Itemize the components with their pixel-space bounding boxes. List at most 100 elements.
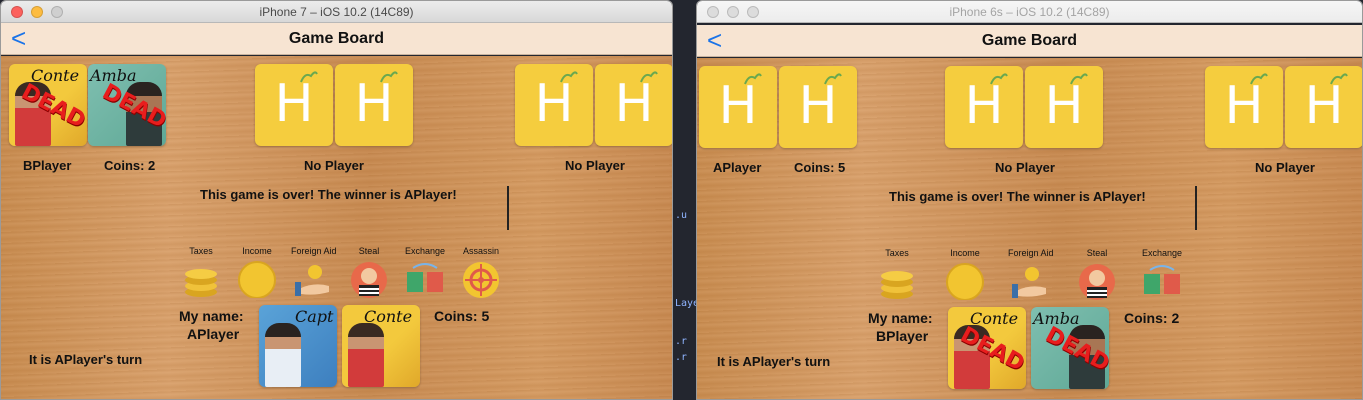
nav-bar: < Game Board: [697, 25, 1362, 57]
my-character-card[interactable]: Conte: [342, 305, 420, 387]
card-letter: H: [274, 74, 314, 134]
my-name: BPlayer: [876, 328, 929, 344]
card-letter: H: [1304, 76, 1344, 136]
card-letter: H: [534, 74, 574, 134]
card-name: Conte: [970, 309, 1019, 328]
zoom-window-button[interactable]: [51, 6, 63, 18]
back-chevron-icon[interactable]: <: [707, 25, 722, 55]
exchange-cards-icon: [407, 263, 443, 292]
nav-title: Game Board: [288, 30, 385, 47]
window-titlebar: iPhone 6s – iOS 10.2 (14C89): [697, 1, 1362, 23]
action-assassin[interactable]: Assassin: [459, 246, 503, 298]
action-exchange[interactable]: Exchange: [1140, 248, 1184, 300]
my-name: APlayer: [187, 326, 240, 342]
action-label: Exchange: [404, 246, 446, 256]
my-character-card-dead[interactable]: Conte DEAD: [948, 307, 1026, 389]
text-cursor: [1195, 186, 1197, 230]
my-coins: Coins: 2: [1124, 310, 1180, 326]
action-exchange[interactable]: Exchange: [403, 246, 447, 298]
card-name: Conte: [31, 66, 80, 85]
card-letter: H: [614, 74, 654, 134]
character-portrait: [265, 323, 301, 387]
player-slot-name: No Player: [565, 158, 625, 173]
action-foreign-aid[interactable]: Foreign Aid: [1008, 248, 1054, 300]
card-letter: H: [1224, 76, 1264, 136]
window-title: iPhone 6s – iOS 10.2 (14C89): [949, 5, 1110, 19]
action-label: Steal: [1086, 248, 1108, 258]
game-status-message: This game is over! The winner is APlayer…: [889, 189, 1146, 204]
action-label: Foreign Aid: [291, 246, 337, 256]
hidden-card[interactable]: H: [1205, 66, 1283, 148]
character-card-dead[interactable]: Conte DEAD: [9, 64, 87, 146]
card-name: Capt: [295, 307, 334, 326]
action-income[interactable]: Income: [235, 246, 279, 298]
back-chevron-icon[interactable]: <: [11, 23, 26, 53]
action-label: Taxes: [189, 246, 213, 256]
hidden-card[interactable]: H: [699, 66, 777, 148]
hidden-card[interactable]: H: [335, 64, 413, 146]
player-slot-name: No Player: [995, 160, 1055, 175]
action-taxes[interactable]: Taxes: [875, 248, 919, 300]
hidden-card[interactable]: H: [255, 64, 333, 146]
window-titlebar: iPhone 7 – iOS 10.2 (14C89): [1, 1, 672, 23]
turn-indicator: It is APlayer's turn: [717, 354, 831, 369]
opponent-name: APlayer: [713, 160, 762, 175]
card-name: Conte: [364, 307, 413, 326]
card-letter: H: [964, 76, 1004, 136]
action-steal[interactable]: Steal: [347, 246, 391, 298]
character-card-dead[interactable]: Amba DEAD: [88, 64, 166, 146]
turn-indicator: It is APlayer's turn: [29, 352, 143, 367]
opponent-coins: Coins: 2: [104, 158, 156, 173]
action-label: Exchange: [1141, 248, 1183, 258]
hand-coin-icon: [1012, 267, 1046, 298]
character-portrait: [348, 323, 384, 387]
my-coins: Coins: 5: [434, 308, 490, 324]
action-income[interactable]: Income: [943, 248, 987, 300]
hidden-card[interactable]: H: [1285, 66, 1362, 148]
game-board: H H APlayer Coins: 5 H H No Player H H N…: [697, 58, 1362, 399]
thief-icon: [1079, 264, 1115, 300]
close-window-button[interactable]: [707, 6, 719, 18]
game-board: Conte DEAD Amba DEAD BPlayer Coins: 2 H …: [1, 56, 672, 399]
simulator-window-iphone7: iPhone 7 – iOS 10.2 (14C89) < Game Board…: [0, 0, 673, 400]
coin-stack-icon: [881, 271, 913, 299]
minimize-window-button[interactable]: [727, 6, 739, 18]
text-cursor: [507, 186, 509, 230]
hidden-card[interactable]: H: [779, 66, 857, 148]
card-letter: H: [718, 76, 758, 136]
zoom-window-button[interactable]: [747, 6, 759, 18]
thief-icon: [351, 262, 387, 298]
hidden-card[interactable]: H: [595, 64, 672, 146]
traffic-lights: [707, 6, 759, 18]
my-character-card-dead[interactable]: Amba DEAD: [1031, 307, 1109, 389]
hand-coin-icon: [295, 265, 329, 296]
minimize-window-button[interactable]: [31, 6, 43, 18]
exchange-cards-icon: [1144, 265, 1180, 294]
coin-icon: [238, 261, 276, 298]
code-fragment: .r: [675, 352, 688, 363]
action-taxes[interactable]: Taxes: [179, 246, 223, 298]
window-title: iPhone 7 – iOS 10.2 (14C89): [259, 5, 414, 19]
card-letter: H: [354, 74, 394, 134]
hidden-card[interactable]: H: [515, 64, 593, 146]
target-icon: [463, 262, 499, 298]
action-label: Foreign Aid: [1008, 248, 1054, 258]
hidden-card[interactable]: H: [1025, 66, 1103, 148]
simulator-window-iphone6s: iPhone 6s – iOS 10.2 (14C89) < Game Boar…: [696, 0, 1363, 400]
action-foreign-aid[interactable]: Foreign Aid: [291, 246, 337, 298]
player-slot-name: No Player: [304, 158, 364, 173]
action-label: Taxes: [885, 248, 909, 258]
close-window-button[interactable]: [11, 6, 23, 18]
action-steal[interactable]: Steal: [1075, 248, 1119, 300]
coin-icon: [946, 263, 984, 300]
card-letter: H: [798, 76, 838, 136]
code-fragment: .u: [675, 210, 688, 221]
traffic-lights: [11, 6, 63, 18]
opponent-coins: Coins: 5: [794, 160, 846, 175]
my-character-card[interactable]: Capt: [259, 305, 337, 387]
my-name-label: My name:: [179, 308, 244, 324]
my-name-label: My name:: [868, 310, 933, 326]
nav-title: Game Board: [981, 32, 1078, 49]
hidden-card[interactable]: H: [945, 66, 1023, 148]
code-fragment: .r: [675, 336, 688, 347]
